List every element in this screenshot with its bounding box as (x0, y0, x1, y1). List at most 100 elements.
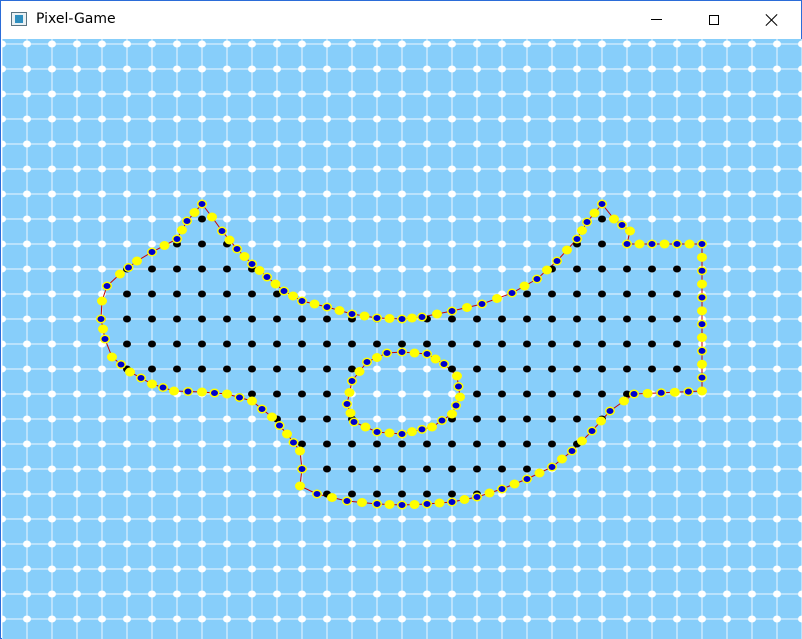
grid-dot (748, 515, 756, 523)
grid-dot (223, 40, 231, 48)
interior-marker (323, 365, 331, 373)
grid-dot (648, 615, 656, 623)
grid-dot (673, 140, 681, 148)
grid-dot (773, 165, 781, 173)
interior-marker (123, 340, 131, 348)
outline-ring (169, 386, 179, 396)
interior-marker (673, 290, 681, 298)
grid-dot (223, 165, 231, 173)
grid-dot (773, 590, 781, 598)
grid-dot (773, 290, 781, 298)
grid-dot (498, 515, 506, 523)
grid-dot (248, 515, 256, 523)
grid-dot (373, 290, 381, 298)
outline-ring (407, 427, 417, 437)
grid-dot (123, 215, 131, 223)
grid-dot (473, 215, 481, 223)
grid-dot (73, 165, 81, 173)
outline-marker (657, 389, 665, 396)
grid-dot (298, 615, 306, 623)
outline-ring (589, 208, 600, 218)
grid-dot (798, 115, 802, 123)
grid-dot (73, 190, 81, 198)
outline-marker (418, 314, 426, 320)
interior-marker (248, 290, 256, 298)
grid-dot (573, 490, 581, 498)
grid-dot (698, 190, 706, 198)
outline-marker (290, 439, 297, 446)
grid-dot (748, 190, 756, 198)
interior-marker (198, 340, 206, 348)
minimize-button[interactable] (627, 1, 685, 38)
grid-dot (48, 165, 56, 173)
grid-dot (2, 265, 6, 273)
grid-dot (398, 215, 406, 223)
grid-dot (148, 65, 156, 73)
interior-marker (648, 265, 656, 273)
grid-dot (448, 265, 456, 273)
grid-dot (798, 390, 802, 398)
grid-dot (123, 65, 131, 73)
interior-marker (498, 465, 506, 473)
interior-marker (548, 365, 556, 373)
outline-marker (440, 361, 448, 367)
outline-marker (618, 222, 626, 228)
outline-ring (542, 265, 552, 275)
interior-marker (548, 290, 556, 298)
grid-dot (148, 515, 156, 523)
grid-dot (673, 40, 681, 48)
grid-dot (348, 65, 356, 73)
outline-ring (625, 226, 635, 236)
grid-dot (573, 615, 581, 623)
outline-marker (606, 408, 614, 414)
interior-marker (423, 465, 431, 473)
grid-dot (698, 165, 706, 173)
interior-marker (523, 340, 531, 348)
grid-dot (523, 190, 531, 198)
outline-marker (348, 378, 356, 384)
grid-dot (98, 465, 106, 473)
grid-dot (148, 140, 156, 148)
grid-dot (248, 415, 256, 423)
grid-dot (798, 540, 802, 548)
outline-ring (427, 422, 437, 432)
grid-dot (423, 215, 431, 223)
grid-dot (373, 390, 381, 398)
grid-dot (673, 540, 681, 548)
outline-ring (270, 279, 281, 289)
grid-dot (648, 115, 656, 123)
interior-marker (173, 365, 181, 373)
grid-dot (748, 340, 756, 348)
grid-dot (98, 615, 106, 623)
grid-dot (323, 165, 331, 173)
outline-marker (323, 304, 331, 310)
grid-dot (98, 390, 106, 398)
interior-marker (648, 290, 656, 298)
interior-marker (348, 490, 356, 498)
maximize-button[interactable] (685, 1, 743, 38)
grid-dot (398, 190, 406, 198)
grid-dot (473, 190, 481, 198)
grid-dot (448, 540, 456, 548)
grid-dot (373, 590, 381, 598)
grid-dot (423, 90, 431, 98)
outline-marker (348, 311, 356, 317)
grid-dot (798, 190, 802, 198)
grid-dot (148, 590, 156, 598)
outline-ring (462, 303, 472, 312)
grid-dot (223, 465, 231, 473)
game-canvas[interactable] (2, 39, 802, 639)
outline-ring (98, 324, 108, 334)
title-bar[interactable]: Pixel-Game (1, 1, 801, 38)
grid-dot (748, 290, 756, 298)
outline-ring (434, 498, 445, 508)
grid-dot (423, 615, 431, 623)
grid-dot (198, 465, 206, 473)
grid-dot (373, 40, 381, 48)
grid-dot (373, 65, 381, 73)
grid-dot (798, 165, 802, 173)
outline-ring (697, 252, 707, 262)
close-button[interactable] (743, 1, 801, 38)
grid-dot (623, 140, 631, 148)
grid-dot (648, 540, 656, 548)
